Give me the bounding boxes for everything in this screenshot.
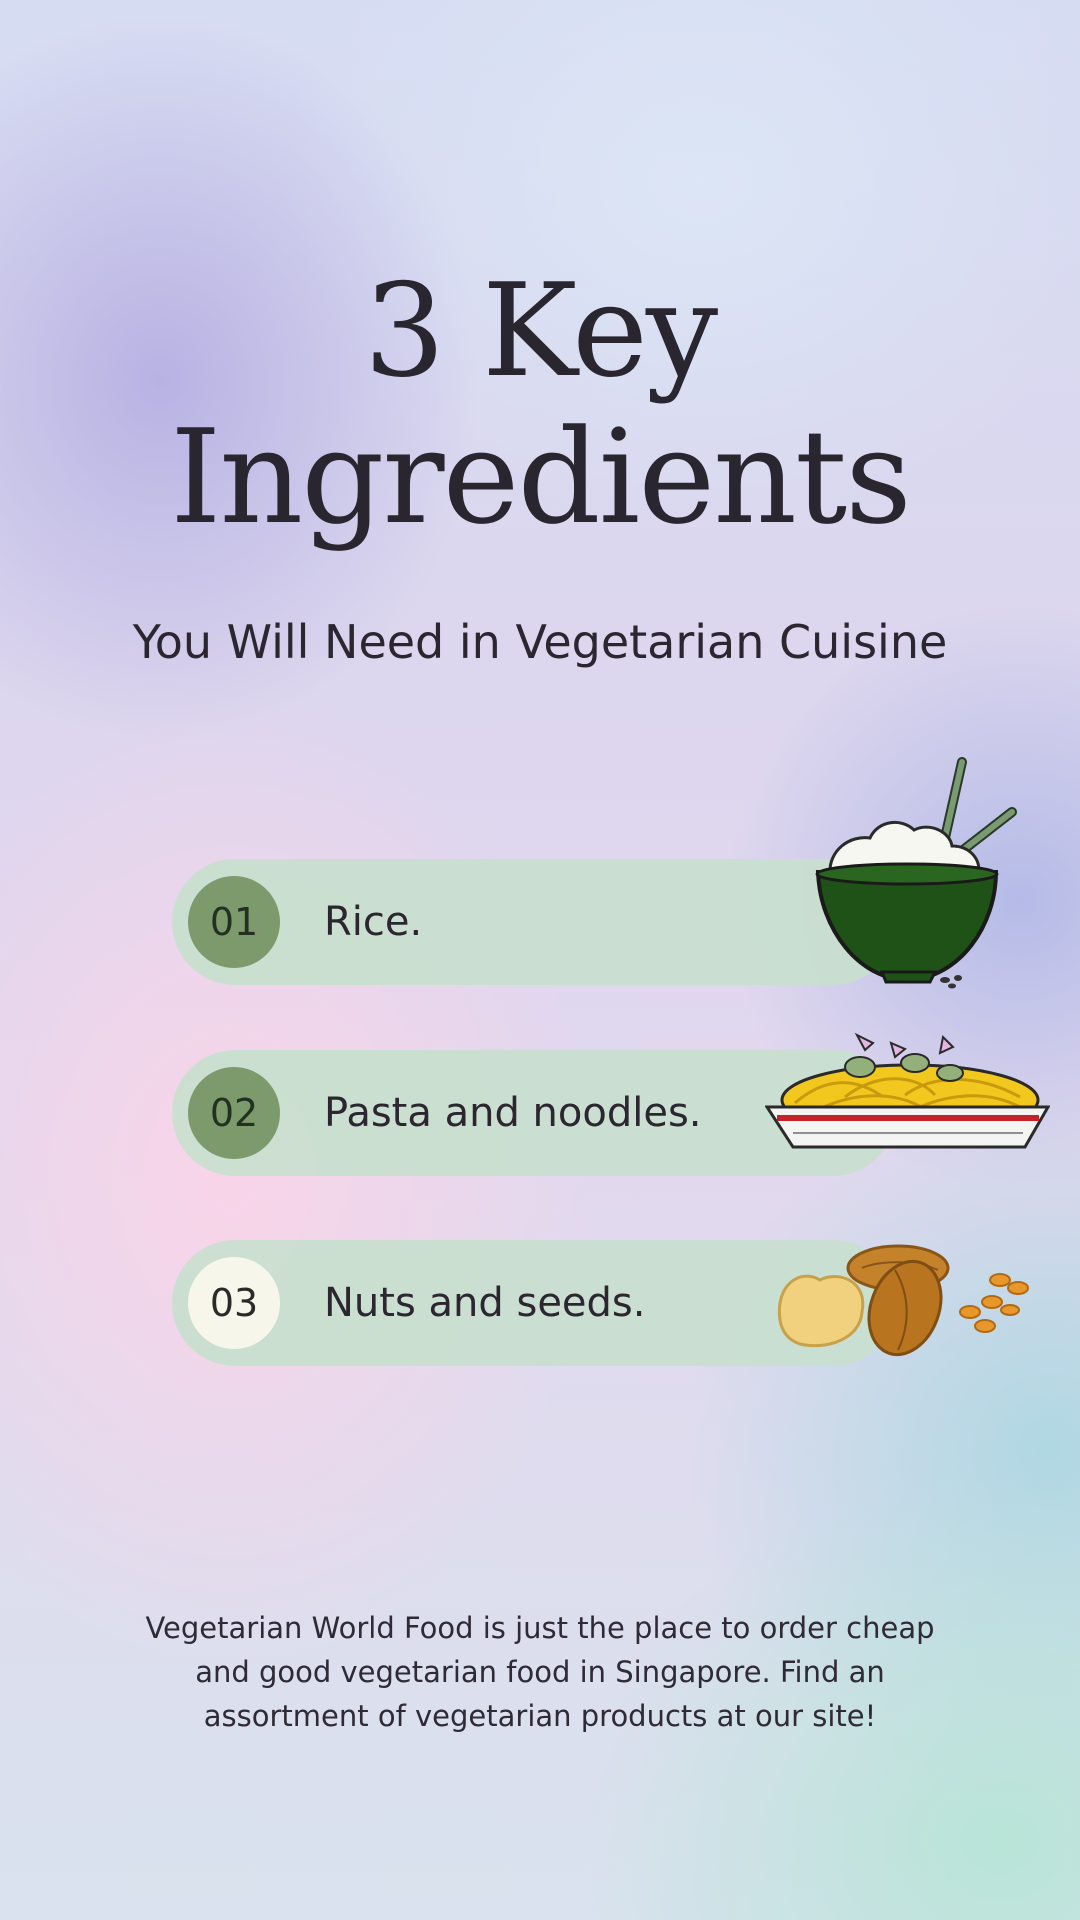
item-label: Pasta and noodles. <box>324 1090 702 1136</box>
item-label: Nuts and seeds. <box>324 1280 646 1326</box>
rice-bowl-icon <box>815 757 1017 989</box>
item-label: Rice. <box>324 899 423 945</box>
item-number-badge: 03 <box>188 1257 280 1349</box>
subtitle: You Will Need in Vegetarian Cuisine <box>132 615 948 669</box>
ingredient-item-rice: 01 Rice. <box>172 859 896 985</box>
item-number-badge: 01 <box>188 876 280 968</box>
nuts-icon <box>777 1244 1029 1357</box>
footer-description: Vegetarian World Food is just the place … <box>145 1611 935 1733</box>
title-line-1: 3 Key <box>363 257 718 406</box>
pasta-plate-icon <box>765 1032 1050 1149</box>
title-line-2: Ingredients <box>170 401 912 553</box>
item-number-badge: 02 <box>188 1067 280 1159</box>
